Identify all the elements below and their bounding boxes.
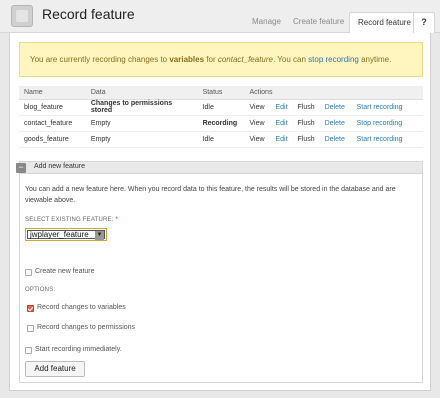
record-variables-checkbox[interactable] [27,305,34,312]
view-link[interactable]: View [244,131,271,148]
message-after: . You can [272,55,309,64]
record-permissions-label: Record changes to permissions [37,324,136,331]
message-middle: for [204,55,218,64]
flush-link[interactable]: Flush [292,131,320,148]
column-header-name: Name [19,86,86,100]
tab-record-feature[interactable]: Record feature [349,12,420,33]
delete-link[interactable]: Delete [319,131,352,148]
stop-recording-link[interactable]: stop recording [308,55,359,64]
delete-link[interactable]: Delete [319,115,352,132]
edit-link[interactable]: Edit [270,131,293,148]
message-prefix: You are currently recording changes to [30,55,170,64]
table-row: blog_feature Changes to permissions stor… [19,99,423,116]
section-title: Add new feature [34,163,85,170]
start-immediately-checkbox[interactable] [25,347,32,354]
features-table: Name Data Status Actions blog_feature Ch… [19,86,423,148]
feature-name: goods_feature [19,131,86,148]
tab-manage[interactable]: Manage [244,12,289,32]
page-title: Record feature [42,6,135,22]
required-mark: * [115,217,119,223]
recording-status-message: You are currently recording changes to v… [19,42,423,77]
delete-link[interactable]: Delete [319,99,352,116]
table-header-row: Name Data Status Actions [19,86,423,100]
record-variables-label: Record changes to variables [37,304,126,311]
select-feature-label: SELECT EXISTING FEATURE: * [25,217,118,223]
feature-name: contact_feature [19,115,86,132]
collapse-icon[interactable]: − [16,163,26,173]
column-header-status: Status [197,86,245,100]
flush-link[interactable]: Flush [292,115,320,132]
feature-select[interactable]: jwplayer_feature ▼ [25,228,107,241]
options-label: OPTIONS: [25,287,56,293]
tab-create-feature[interactable]: Create feature [285,12,352,32]
column-header-data: Data [85,86,198,100]
select-feature-label-text: SELECT EXISTING FEATURE: [25,217,114,223]
feature-data: Empty [85,115,198,132]
feature-name: blog_feature [19,99,86,116]
feature-status: Idle [197,99,245,116]
feature-select-value: jwplayer_feature [30,230,89,239]
view-link[interactable]: View [244,99,271,116]
create-new-label: Create new feature [35,268,95,275]
main-content: You are currently recording changes to v… [9,33,431,391]
table-row: contact_feature Empty Recording View Edi… [19,115,423,132]
create-new-checkbox[interactable] [25,269,32,276]
section-header[interactable]: − Add new feature [16,162,422,174]
page-header: Record feature Manage Create feature Rec… [0,0,440,33]
feature-status: Recording [197,115,245,132]
message-suffix: anytime. [358,55,392,64]
chevron-down-icon[interactable]: ▼ [95,231,104,240]
table-row: goods_feature Empty Idle View Edit Flush… [19,131,423,148]
edit-link[interactable]: Edit [270,99,293,116]
feature-status: Idle [197,131,245,148]
section-description: You can add a new feature here. When you… [25,186,396,204]
feature-data: Empty [85,131,198,148]
edit-link[interactable]: Edit [270,115,293,132]
start-recording-link[interactable]: Start recording [351,99,423,116]
feature-data: Changes to permissions stored [85,99,198,116]
start-recording-link[interactable]: Start recording [351,131,423,148]
stop-recording-link[interactable]: Stop recording [351,115,423,132]
view-link[interactable]: View [244,115,271,132]
flush-link[interactable]: Flush [292,99,320,116]
message-type: variables [169,55,205,64]
record-permissions-checkbox[interactable] [27,325,34,332]
feature-select-inner: jwplayer_feature ▼ [27,230,105,240]
add-feature-button[interactable]: Add feature [25,361,85,377]
start-immediately-label: Start recording immediately. [35,346,122,353]
message-feature: contact_feature [217,55,273,64]
column-header-actions: Actions [244,86,423,100]
app-logo-icon [11,5,33,27]
add-feature-section: − Add new feature You can add a new feat… [16,161,423,383]
help-tab[interactable]: ? [413,12,435,33]
